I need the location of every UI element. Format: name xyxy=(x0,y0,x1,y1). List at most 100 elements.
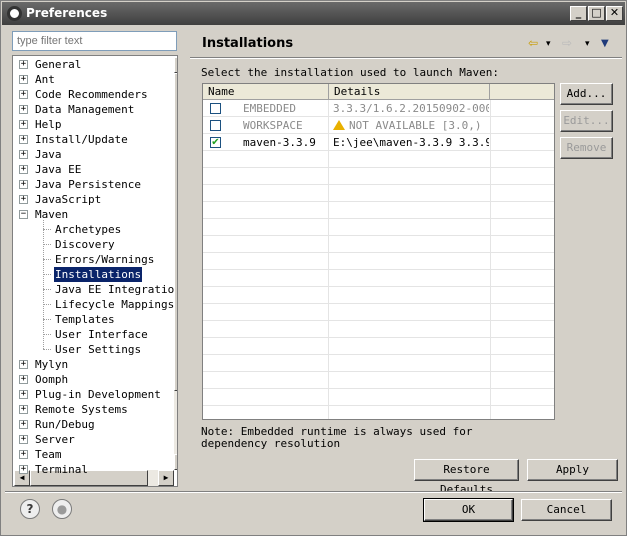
tree-item-label: Installations xyxy=(54,267,143,282)
expand-icon[interactable]: + xyxy=(19,150,28,159)
eclipse-icon xyxy=(7,6,22,21)
empty-row xyxy=(203,202,554,219)
preferences-window: Preferences _ □ ✕ ▲ ▼ ◀ ▶ +General+Ant+C… xyxy=(0,0,627,536)
expand-icon[interactable]: + xyxy=(19,435,28,444)
column-header-details[interactable]: Details xyxy=(329,84,490,100)
expand-icon[interactable]: + xyxy=(19,450,28,459)
ok-button[interactable]: OK xyxy=(423,498,514,522)
empty-row xyxy=(203,236,554,253)
empty-row xyxy=(203,168,554,185)
expand-icon[interactable]: + xyxy=(19,165,28,174)
expand-icon[interactable]: + xyxy=(19,195,28,204)
expand-icon[interactable]: + xyxy=(19,90,28,99)
row-checkbox[interactable] xyxy=(210,103,221,114)
scroll-up-button[interactable]: ▲ xyxy=(174,57,177,73)
tree-connector xyxy=(43,274,51,275)
expand-icon[interactable]: + xyxy=(19,75,28,84)
table-row[interactable]: WORKSPACE NOT AVAILABLE [3.0,) xyxy=(203,117,554,134)
installation-details: NOT AVAILABLE [3.0,) xyxy=(333,117,489,134)
tree-item-label: Run/Debug xyxy=(35,418,95,431)
empty-row xyxy=(203,372,554,389)
back-dropdown-icon[interactable]: ▾ xyxy=(546,39,551,49)
tree-item-label: Java Persistence xyxy=(35,178,141,191)
cancel-button[interactable]: Cancel xyxy=(521,499,612,521)
tree-item-label: General xyxy=(35,58,82,71)
back-arrow-icon[interactable]: ⇦ xyxy=(528,36,538,50)
tree-connector xyxy=(43,334,51,335)
tree-item-label: Lifecycle Mappings xyxy=(55,298,175,311)
details-text: NOT AVAILABLE [3.0,) xyxy=(349,119,482,132)
empty-row xyxy=(203,287,554,304)
tree-item-label: Help xyxy=(35,118,62,131)
minimize-button[interactable]: _ xyxy=(570,6,587,21)
restore-defaults-button[interactable]: Restore Defaults xyxy=(414,459,519,496)
tree-item-label: Mylyn xyxy=(35,358,69,371)
expand-icon[interactable]: + xyxy=(19,390,28,399)
tree-item-label: Java xyxy=(35,148,62,161)
tree-item-label: Ant xyxy=(35,73,55,86)
tree-item-label: Data Management xyxy=(35,103,135,116)
expand-icon[interactable]: + xyxy=(19,405,28,414)
tree-item-label: JavaScript xyxy=(35,193,102,206)
add-button[interactable]: Add... xyxy=(560,83,613,105)
column-divider xyxy=(490,100,491,419)
collapse-icon[interactable]: − xyxy=(19,210,28,219)
expand-icon[interactable]: + xyxy=(19,180,28,189)
empty-row xyxy=(203,389,554,406)
expand-icon[interactable]: + xyxy=(19,360,28,369)
column-header-filler xyxy=(490,84,554,100)
tree-item-label: Terminal xyxy=(35,463,88,476)
installation-name: maven-3.3.9 xyxy=(243,136,316,149)
row-checkbox[interactable] xyxy=(210,120,221,131)
preferences-tree[interactable]: ▲ ▼ ◀ ▶ +General+Ant+Code Recommenders+D… xyxy=(12,55,178,487)
tree-item-label: User Settings xyxy=(55,343,142,356)
empty-row xyxy=(203,219,554,236)
expand-icon[interactable]: + xyxy=(19,465,28,474)
expand-icon[interactable]: + xyxy=(19,105,28,114)
tree-item-label: Java EE Integratio xyxy=(55,283,175,296)
remove-button[interactable]: Remove xyxy=(560,137,613,159)
empty-row xyxy=(203,185,554,202)
title-separator xyxy=(190,57,622,59)
installations-table[interactable]: Name Details EMBEDDED 3.3.3/1.6.2.2015090… xyxy=(202,83,555,420)
apply-button[interactable]: Apply xyxy=(527,459,618,481)
row-checkbox[interactable]: ✔ xyxy=(210,137,221,148)
scroll-down-button[interactable]: ▼ xyxy=(174,454,177,470)
empty-row xyxy=(203,321,554,338)
title-bar[interactable]: Preferences _ □ ✕ xyxy=(2,2,625,25)
note-text: Note: Embedded runtime is always used fo… xyxy=(201,425,473,450)
empty-row xyxy=(203,304,554,321)
tree-item-label: Code Recommenders xyxy=(35,88,148,101)
expand-icon[interactable]: + xyxy=(19,60,28,69)
table-row[interactable]: ✔ maven-3.3.9 E:\jee\maven-3.3.9 3.3.9 xyxy=(203,134,554,151)
expand-icon[interactable]: + xyxy=(19,120,28,129)
table-row[interactable]: EMBEDDED 3.3.3/1.6.2.20150902-0001 xyxy=(203,100,554,117)
description-label: Select the installation used to launch M… xyxy=(201,66,500,79)
empty-row xyxy=(203,270,554,287)
close-button[interactable]: ✕ xyxy=(606,6,623,21)
scroll-thumb[interactable] xyxy=(174,73,177,391)
tree-item-label: Team xyxy=(35,448,62,461)
tree-item-label: Maven xyxy=(35,208,69,221)
tree-vertical-scrollbar[interactable]: ▲ ▼ xyxy=(174,57,177,470)
tree-item-label: Remote Systems xyxy=(35,403,128,416)
import-export-icon[interactable]: ● xyxy=(52,499,72,519)
forward-dropdown-icon[interactable]: ▾ xyxy=(585,39,590,49)
empty-row xyxy=(203,253,554,270)
empty-row xyxy=(203,355,554,372)
filter-input[interactable] xyxy=(12,31,177,51)
expand-icon[interactable]: + xyxy=(19,375,28,384)
edit-button[interactable]: Edit... xyxy=(560,110,613,132)
view-menu-icon[interactable]: ▼ xyxy=(601,38,609,49)
tree-item-label: Oomph xyxy=(35,373,69,386)
expand-icon[interactable]: + xyxy=(19,420,28,429)
tree-connector xyxy=(43,259,51,260)
expand-icon[interactable]: + xyxy=(19,135,28,144)
installation-name: WORKSPACE xyxy=(243,119,303,132)
tree-item-label: Plug-in Development xyxy=(35,388,161,401)
maximize-button[interactable]: □ xyxy=(588,6,605,21)
forward-arrow-icon[interactable]: ⇨ xyxy=(562,36,572,50)
scroll-right-button[interactable]: ▶ xyxy=(158,470,174,486)
help-icon[interactable]: ? xyxy=(20,499,40,519)
column-header-name[interactable]: Name xyxy=(203,84,329,100)
